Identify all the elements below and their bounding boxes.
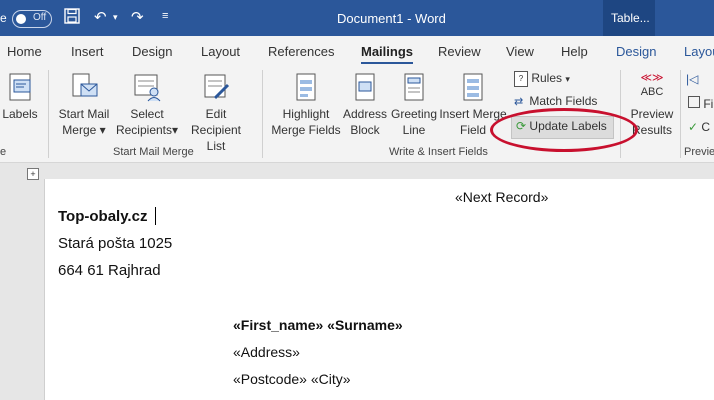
tab-layout[interactable]: Layout: [201, 44, 240, 59]
window-title: Document1 - Word: [337, 11, 446, 26]
document-page[interactable]: «Next Record» Top-obaly.cz Stará pošta 1…: [44, 179, 714, 400]
recipient-city-fields[interactable]: «Postcode» «City»: [233, 371, 351, 387]
check-errors-label: C: [701, 120, 711, 134]
highlight-merge-fields-button[interactable]: Highlight Merge Fields: [270, 72, 342, 138]
start-mail-merge-line1: Start Mail: [58, 107, 110, 121]
tab-design[interactable]: Design: [132, 44, 172, 59]
select-recipients-icon: [134, 74, 161, 102]
start-mail-merge-button[interactable]: Start Mail Merge ▾: [54, 72, 114, 138]
highlight-fields-icon: [296, 73, 316, 101]
next-record-field[interactable]: «Next Record»: [455, 189, 548, 205]
group-label-preview: Previe: [684, 146, 714, 158]
start-mail-merge-line2: Merge: [62, 123, 97, 137]
edit-recipient-list-line2: Recipient List: [190, 123, 242, 153]
check-errors-button[interactable]: ✓ C: [688, 120, 710, 134]
autosave-label: e: [0, 11, 7, 25]
select-recipients-line1: Select: [130, 107, 164, 121]
edit-recipient-list-button[interactable]: Edit Recipient List: [180, 72, 252, 154]
dropdown-caret-icon: ▾: [172, 123, 179, 137]
undo-dropdown-icon[interactable]: ▾: [113, 12, 118, 23]
save-icon[interactable]: [64, 8, 80, 28]
highlight-merge-fields-line1: Highlight: [282, 107, 330, 121]
autosave-state: Off: [33, 12, 47, 23]
labels-button[interactable]: Labels: [2, 72, 38, 122]
address-block-button[interactable]: Address Block: [342, 72, 388, 138]
select-recipients-line2: Recipients: [115, 123, 172, 137]
find-recipient-icon: [688, 96, 700, 108]
sender-city: 664 61 Rajhrad: [58, 262, 161, 279]
edit-recipient-list-icon: [204, 74, 230, 100]
toggle-knob: [16, 14, 26, 24]
first-record-button[interactable]: |◁: [686, 72, 698, 86]
greeting-line-line2: Line: [402, 123, 426, 137]
tab-table-design[interactable]: Design: [616, 44, 656, 59]
group-divider: [680, 70, 681, 158]
tab-view[interactable]: View: [506, 44, 534, 59]
tab-insert[interactable]: Insert: [71, 44, 104, 59]
group-divider: [48, 70, 49, 158]
rules-label: Rules: [531, 71, 563, 86]
group-label-start-mail-merge: Start Mail Merge: [113, 146, 194, 158]
match-fields-icon: ⇄: [514, 96, 524, 108]
tab-table-layout[interactable]: Layou: [684, 44, 714, 59]
mail-merge-icon: [72, 73, 98, 97]
ribbon-tabs: Home Insert Design Layout References Mai…: [0, 36, 714, 65]
check-errors-icon: ✓: [688, 120, 699, 134]
first-record-icon: |◁: [686, 72, 699, 86]
edit-recipient-list-line1: Edit: [205, 107, 227, 121]
sender-name: Top-obaly.cz: [58, 208, 148, 225]
dropdown-caret-icon: ▾: [565, 74, 570, 85]
title-bar: e Off ↶ ▾ ↷ ≡ Document1 - Word Table...: [0, 0, 714, 36]
tab-review[interactable]: Review: [438, 44, 481, 59]
group-divider: [620, 70, 621, 158]
context-tab-label: Table...: [611, 11, 650, 25]
table-move-handle-icon[interactable]: +: [27, 168, 39, 180]
select-recipients-button[interactable]: Select Recipients▾: [114, 72, 180, 138]
document-area: + «Next Record» Top-obaly.cz Stará pošta…: [0, 163, 714, 400]
group-label-create: e: [0, 146, 7, 158]
insert-merge-field-icon: [463, 73, 483, 101]
customize-qat-icon[interactable]: ≡: [162, 10, 168, 22]
address-block-line1: Address: [342, 107, 388, 121]
tab-help[interactable]: Help: [561, 44, 588, 59]
tab-references[interactable]: References: [268, 44, 334, 59]
tab-mailings[interactable]: Mailings: [361, 44, 414, 65]
greeting-line-button[interactable]: Greeting Line: [388, 72, 440, 138]
labels-label: Labels: [2, 107, 38, 121]
highlight-merge-fields-line2: Merge Fields: [271, 123, 341, 137]
autosave-toggle[interactable]: Off: [12, 10, 52, 28]
sender-street: Stará pošta 1025: [58, 235, 173, 252]
redo-icon[interactable]: ↷: [131, 8, 144, 26]
find-recipient-label: Fi: [703, 97, 714, 111]
insert-merge-field-line1: Insert Merge: [439, 107, 507, 121]
table-tools-context[interactable]: Table...: [603, 0, 655, 36]
text-cursor: [155, 207, 156, 225]
group-label-write-insert-fields: Write & Insert Fields: [389, 146, 488, 158]
preview-abc-text: ABC: [640, 86, 664, 98]
address-block-line2: Block: [350, 123, 380, 137]
insert-merge-field-line2: Field: [459, 123, 486, 137]
match-fields-label: Match Fields: [529, 94, 598, 108]
labels-icon: [9, 73, 31, 101]
find-recipient-button[interactable]: Fi: [688, 96, 713, 111]
group-divider: [262, 70, 263, 158]
rules-button[interactable]: ? Rules ▾: [514, 71, 570, 87]
greeting-line-icon: [404, 73, 424, 101]
match-fields-button[interactable]: ⇄ Match Fields: [514, 94, 597, 108]
tab-home[interactable]: Home: [7, 44, 42, 59]
rules-icon: ?: [514, 71, 528, 87]
preview-arrows-icon: ≪≫: [640, 72, 664, 84]
recipient-address-field[interactable]: «Address»: [233, 344, 300, 360]
address-block-icon: [355, 73, 375, 101]
undo-icon[interactable]: ↶: [94, 8, 107, 26]
dropdown-caret-icon: ▾: [99, 123, 106, 137]
greeting-line-line1: Greeting: [390, 107, 438, 121]
preview-results-line1: Preview: [630, 107, 674, 121]
annotation-circle: [490, 108, 638, 152]
recipient-name-fields[interactable]: «First_name» «Surname»: [233, 317, 403, 333]
